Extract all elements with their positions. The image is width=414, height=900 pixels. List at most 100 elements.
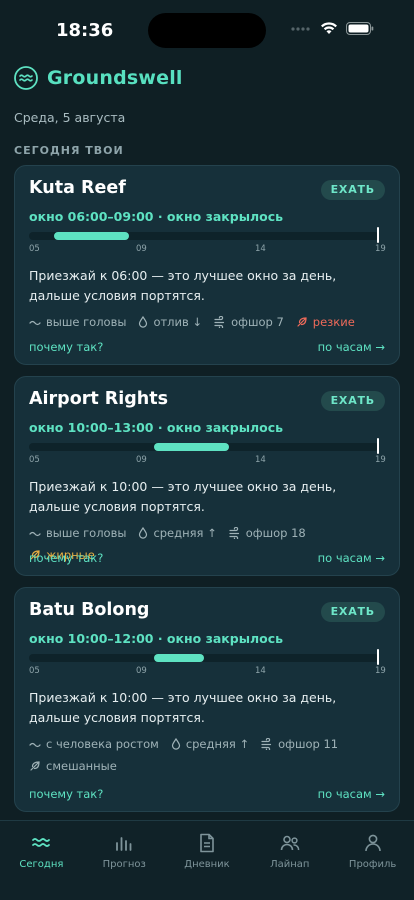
- go-button[interactable]: ЕХАТЬ: [320, 180, 385, 200]
- session-window: окно 06:00–09:00 · окно закрылось: [29, 209, 284, 224]
- wave-icon: [29, 317, 46, 327]
- condition-label: средняя ↑: [185, 737, 250, 751]
- section-title: СЕГОДНЯ ТВОИ: [14, 144, 124, 157]
- window-timeline: [29, 649, 379, 665]
- go-button[interactable]: ЕХАТЬ: [320, 602, 385, 622]
- nav-item-today[interactable]: Сегодня: [0, 821, 83, 900]
- spot-card[interactable]: Airport Rights ЕХАТЬ окно 10:00–13:00 · …: [14, 376, 400, 576]
- condition-label: отлив ↓: [153, 315, 203, 329]
- condition-label: резкие: [312, 315, 355, 329]
- status-icons: [290, 22, 374, 35]
- session-window: окно 10:00–13:00 · окно закрылось: [29, 420, 284, 435]
- timeline-tick: 14: [255, 244, 266, 254]
- hourly-link[interactable]: по часам →: [318, 551, 385, 565]
- advice-text: Приезжай к 10:00 — это лучшее окно за де…: [29, 690, 337, 725]
- leaf-icon: [296, 316, 313, 328]
- nav-label: Лайнап: [270, 859, 310, 870]
- wind-icon: [214, 316, 231, 328]
- app-name: Groundswell: [47, 67, 183, 89]
- timeline-tick: 05: [29, 666, 40, 676]
- condition-label: офшор 11: [278, 737, 339, 751]
- condition-item: офшор 11: [261, 735, 338, 753]
- drop-icon: [171, 738, 186, 750]
- wind-icon: [229, 527, 246, 539]
- leaf-icon: [29, 760, 46, 772]
- current-time-marker: [377, 227, 379, 243]
- condition-label: смешанные: [46, 759, 117, 773]
- timeline-tick: 05: [29, 244, 40, 254]
- drop-icon: [138, 527, 153, 539]
- condition-item: резкие: [296, 313, 355, 331]
- session-window: окно 10:00–12:00 · окно закрылось: [29, 631, 284, 646]
- advice-text: Приезжай к 10:00 — это лучшее окно за де…: [29, 479, 337, 514]
- person-icon: [362, 832, 384, 854]
- condition-label: выше головы: [46, 315, 127, 329]
- why-link[interactable]: почему так?: [29, 551, 103, 565]
- best-window-bar: [154, 654, 204, 662]
- condition-item: выше головы: [29, 313, 126, 331]
- conditions-list: с человека ростом средняя ↑ офшор 11 смешан…: [29, 735, 389, 775]
- document-icon: [196, 832, 218, 854]
- why-link[interactable]: почему так?: [29, 340, 103, 354]
- condition-label: офшор 18: [245, 526, 306, 540]
- wave-icon: [29, 528, 46, 538]
- condition-item: смешанные: [29, 757, 117, 775]
- app-header: Groundswell: [14, 66, 183, 90]
- go-button[interactable]: ЕХАТЬ: [320, 391, 385, 411]
- window-timeline: [29, 227, 379, 243]
- nav-label: Дневник: [184, 859, 230, 870]
- nav-label: Прогноз: [102, 859, 146, 870]
- why-link[interactable]: почему так?: [29, 787, 103, 801]
- condition-item: с человека ростом: [29, 735, 159, 753]
- condition-item: выше головы: [29, 524, 126, 542]
- condition-label: выше головы: [46, 526, 127, 540]
- nav-item-lineup[interactable]: Лайнап: [248, 821, 331, 900]
- window-timeline: [29, 438, 379, 454]
- nav-label: Профиль: [348, 859, 397, 870]
- waves-logo-icon: [14, 66, 38, 90]
- best-window-bar: [154, 443, 229, 451]
- advice-text: Приезжай к 06:00 — это лучшее окно за де…: [29, 268, 337, 303]
- condition-item: средняя ↑: [138, 524, 217, 542]
- spot-card[interactable]: Kuta Reef ЕХАТЬ окно 06:00–09:00 · окно …: [14, 165, 400, 365]
- condition-item: отлив ↓: [138, 313, 202, 331]
- hourly-link[interactable]: по часам →: [318, 340, 385, 354]
- signal-icon: [290, 25, 312, 33]
- timeline-tick: 05: [29, 455, 40, 465]
- nav-item-forecast[interactable]: Прогноз: [83, 821, 166, 900]
- spot-name: Kuta Reef: [29, 178, 126, 198]
- drop-icon: [138, 316, 153, 328]
- timeline-tick: 19: [375, 455, 386, 465]
- condition-item: офшор 7: [214, 313, 284, 331]
- timeline-tick: 19: [375, 244, 386, 254]
- status-time: 18:36: [56, 20, 114, 41]
- timeline-tick: 19: [375, 666, 386, 676]
- wave-icon: [29, 739, 46, 749]
- waves-icon: [30, 832, 52, 854]
- dynamic-island: [148, 13, 266, 48]
- battery-icon: [346, 22, 374, 35]
- timeline-tick: 14: [255, 666, 266, 676]
- wifi-icon: [320, 22, 338, 35]
- current-time-marker: [377, 438, 379, 454]
- current-date: Среда, 5 августа: [14, 110, 126, 125]
- nav-item-profile[interactable]: Профиль: [331, 821, 414, 900]
- best-window-bar: [54, 232, 129, 240]
- condition-item: средняя ↑: [171, 735, 249, 753]
- hourly-link[interactable]: по часам →: [318, 787, 385, 801]
- timeline-tick: 09: [136, 455, 147, 465]
- nav-item-diary[interactable]: Дневник: [166, 821, 249, 900]
- wind-icon: [261, 738, 278, 750]
- condition-label: с человека ростом: [46, 737, 159, 751]
- status-bar: 18:36: [0, 0, 414, 58]
- people-icon: [279, 832, 301, 854]
- spot-name: Batu Bolong: [29, 600, 150, 620]
- spot-card[interactable]: Batu Bolong ЕХАТЬ окно 10:00–12:00 · окн…: [14, 587, 400, 812]
- nav-label: Сегодня: [19, 859, 64, 870]
- timeline-tick: 14: [255, 455, 266, 465]
- timeline-tick: 09: [136, 244, 147, 254]
- conditions-list: выше головы отлив ↓ офшор 7 резкие: [29, 313, 389, 331]
- bottom-nav: Сегодня Прогноз Дневник Лайнап Профиль: [0, 820, 414, 900]
- condition-label: средняя ↑: [153, 526, 217, 540]
- bar-chart-icon: [113, 832, 135, 854]
